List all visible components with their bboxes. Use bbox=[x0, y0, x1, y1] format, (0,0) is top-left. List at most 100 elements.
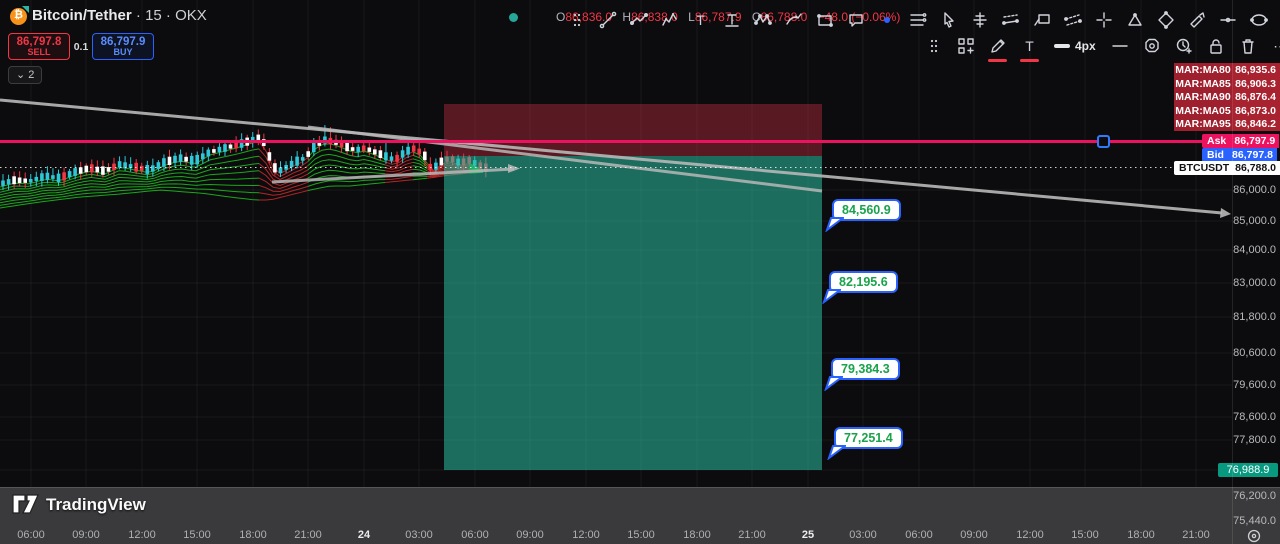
candle-body bbox=[151, 165, 155, 172]
candle-body bbox=[201, 153, 205, 160]
candle-body bbox=[289, 160, 294, 168]
horizontal-line-icon[interactable] bbox=[1107, 33, 1134, 59]
symbol-title[interactable]: Bitcoin/Tether · 15 · OKX bbox=[32, 7, 207, 24]
ma-ribbon-line bbox=[259, 190, 309, 201]
time-tick-label: 25 bbox=[801, 529, 815, 541]
price-tick-label: 80,600.0 bbox=[1233, 347, 1276, 359]
drawing-anchor-handle[interactable] bbox=[1096, 134, 1110, 148]
candle-body bbox=[350, 147, 355, 151]
triangle-pattern-icon[interactable] bbox=[1121, 7, 1148, 33]
price-tick-label: 76,200.0 bbox=[1233, 490, 1276, 502]
time-tick-label: 15:00 bbox=[1071, 529, 1099, 541]
watermark-text: TradingView bbox=[46, 495, 146, 514]
anchored-vwap-icon[interactable] bbox=[997, 7, 1024, 33]
ma-value-row: MAR:MA95 86,846.2 bbox=[1174, 117, 1280, 131]
volume-profile-icon[interactable] bbox=[966, 7, 993, 33]
tradingview-watermark: TradingView bbox=[12, 494, 146, 516]
price-note-icon[interactable] bbox=[1028, 7, 1055, 33]
line-width-label: 4px bbox=[1075, 39, 1096, 53]
brush-icon[interactable] bbox=[1183, 7, 1210, 33]
candle-body bbox=[56, 173, 61, 183]
xabcd-pattern-icon[interactable] bbox=[749, 7, 776, 33]
buy-button[interactable]: 86,797.9 BUY bbox=[92, 33, 154, 60]
candle-body bbox=[117, 161, 122, 168]
candle-body bbox=[139, 165, 144, 171]
line-width-preview bbox=[1054, 44, 1070, 48]
candle-body bbox=[389, 156, 394, 161]
tradingview-logo-icon bbox=[12, 494, 39, 514]
level-price-label: 76,988.9 bbox=[1218, 463, 1278, 477]
chart-canvas[interactable] bbox=[0, 0, 1232, 525]
candle-body bbox=[101, 166, 105, 175]
ma-value: 86,873.0 bbox=[1232, 104, 1280, 118]
drag-handle-icon[interactable] bbox=[920, 33, 947, 59]
candle-body bbox=[90, 164, 94, 173]
price-callout[interactable]: 82,195.6 bbox=[822, 271, 898, 304]
ma-name: MAR:MA95 bbox=[1174, 117, 1232, 131]
alert-timer-icon[interactable] bbox=[1171, 33, 1198, 59]
ma-value-row: MAR:MA90 86,876.4 bbox=[1174, 90, 1280, 104]
symbol-name[interactable]: Bitcoin/Tether bbox=[32, 7, 132, 24]
time-tick-label: 12:00 bbox=[1016, 529, 1044, 541]
candle-body bbox=[306, 151, 310, 157]
indicators-collapse-chip[interactable]: ⌄ 2 bbox=[8, 66, 43, 84]
anchored-text-icon[interactable] bbox=[718, 7, 745, 33]
candle-body bbox=[6, 179, 11, 185]
ask-tag: Ask bbox=[1202, 134, 1232, 148]
axis-settings-icon[interactable] bbox=[1246, 528, 1262, 544]
more-options-icon[interactable]: ⋯ bbox=[1267, 33, 1280, 59]
candle-body bbox=[123, 162, 127, 168]
price-callout[interactable]: 77,251.4 bbox=[827, 427, 903, 460]
candle-body bbox=[178, 154, 183, 162]
elliott-wave-icon[interactable] bbox=[656, 7, 683, 33]
target-icon[interactable] bbox=[1139, 33, 1166, 59]
forecast-icon[interactable] bbox=[780, 7, 807, 33]
ma-value-row: MAR:MA85 86,906.3 bbox=[1174, 77, 1280, 91]
candle-body bbox=[373, 149, 377, 155]
horizontal-rays-icon[interactable] bbox=[904, 7, 931, 33]
candle-body bbox=[106, 167, 111, 172]
sell-button[interactable]: 86,797.8 SELL bbox=[8, 33, 70, 60]
reward-box[interactable] bbox=[444, 156, 822, 470]
candle-body bbox=[162, 158, 166, 167]
time-tick-label: 21:00 bbox=[294, 529, 322, 541]
candle-body bbox=[12, 176, 16, 185]
price-tick-label: 84,000.0 bbox=[1233, 244, 1276, 256]
cursor-icon[interactable] bbox=[935, 7, 962, 33]
ellipse-icon[interactable] bbox=[1245, 7, 1272, 33]
candle-body bbox=[73, 168, 77, 176]
price-callout[interactable]: 84,560.9 bbox=[825, 199, 901, 232]
price-axis-separator bbox=[1232, 0, 1233, 544]
candle-body bbox=[67, 171, 72, 178]
comment-icon[interactable] bbox=[842, 7, 869, 33]
trash-icon[interactable] bbox=[1235, 33, 1262, 59]
tradingview-app: ₿ Bitcoin/Tether · 15 · OKX O86,836.0 H8… bbox=[0, 0, 1280, 544]
text-style-icon[interactable]: T bbox=[1016, 33, 1043, 62]
rectangle-icon[interactable] bbox=[811, 7, 838, 33]
interval-exchange[interactable]: · 15 · OKX bbox=[132, 7, 207, 24]
cross-line-icon[interactable] bbox=[1090, 7, 1117, 33]
layout-add-icon[interactable] bbox=[952, 33, 979, 59]
rotated-rectangle-icon[interactable] bbox=[1152, 7, 1179, 33]
candle-body bbox=[278, 167, 283, 174]
candle-body bbox=[195, 154, 199, 165]
candle-body bbox=[345, 142, 349, 152]
line-width-selector[interactable]: 4px bbox=[1048, 39, 1102, 53]
parallel-channel-icon[interactable] bbox=[1059, 7, 1086, 33]
pencil-icon[interactable] bbox=[984, 33, 1011, 62]
lock-icon[interactable] bbox=[1203, 33, 1230, 59]
drag-handle-icon[interactable] bbox=[563, 7, 590, 33]
last-symbol-tag: BTCUSDT bbox=[1174, 161, 1232, 175]
text-icon[interactable]: T bbox=[687, 7, 714, 33]
trend-line-icon[interactable] bbox=[594, 7, 621, 33]
candle-body bbox=[17, 177, 22, 184]
polyline-icon[interactable] bbox=[625, 7, 652, 33]
bid-price-row: Bid 86,797.8 bbox=[1202, 147, 1277, 162]
ma-name: MAR:MA85 bbox=[1174, 77, 1232, 91]
symbol-logo[interactable]: ₿ bbox=[10, 6, 29, 25]
ray-icon[interactable] bbox=[1214, 7, 1241, 33]
candle-body bbox=[206, 149, 211, 157]
ma-value-row: MAR:MA05 86,873.0 bbox=[1174, 104, 1280, 118]
risk-box[interactable] bbox=[444, 104, 822, 156]
price-callout[interactable]: 79,384.3 bbox=[824, 358, 900, 391]
